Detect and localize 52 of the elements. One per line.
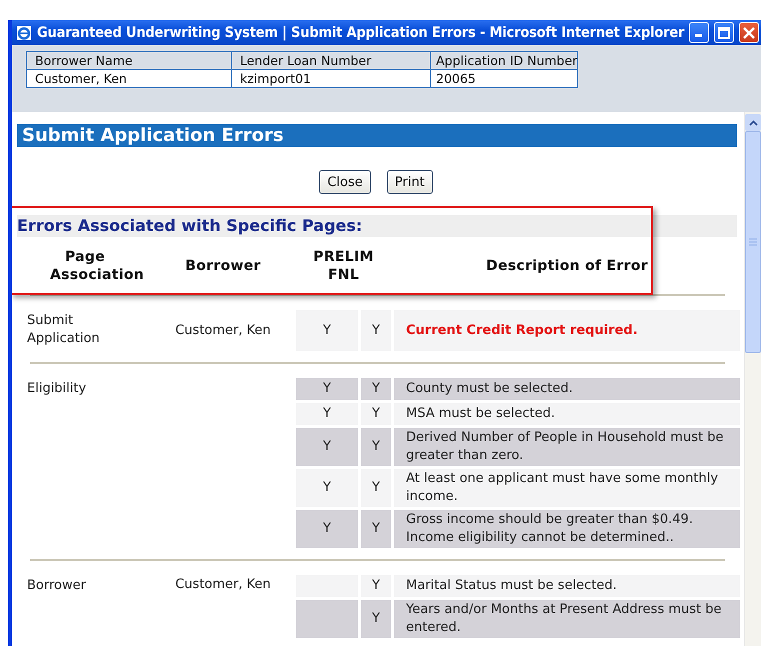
page-name: Eligibility <box>26 380 88 398</box>
fnl-cell: Y <box>361 403 391 425</box>
error-description: Derived Number of People in Household must be greater than zero. <box>394 428 740 466</box>
prelim-cell: Y <box>296 469 358 507</box>
column-header: Borrower <box>184 257 262 275</box>
fnl-cell: Y <box>361 469 391 507</box>
borrower-name: Customer, Ken <box>174 576 272 594</box>
scroll-thumb[interactable] <box>745 131 761 353</box>
maximize-icon <box>718 26 730 38</box>
close-window-button[interactable] <box>739 22 760 43</box>
error-description: Years and/or Months at Present Address must be entered. <box>394 600 740 638</box>
column-header: Lender Loan Number <box>232 52 430 70</box>
minimize-button[interactable] <box>689 22 710 43</box>
error-description: MSA must be selected. <box>394 403 740 425</box>
fnl-cell: Y <box>361 378 391 400</box>
print-button[interactable]: Print <box>386 170 433 194</box>
prelim-cell: Y <box>296 428 358 466</box>
scroll-up-button[interactable] <box>745 114 761 131</box>
prelim-cell: Y <box>296 310 358 351</box>
table-cell: 20065 <box>430 70 578 88</box>
grip-icon <box>749 238 757 246</box>
column-header: Page Association <box>49 248 146 284</box>
caret-up-icon <box>748 120 758 126</box>
error-description: Current Credit Report required. <box>394 310 740 351</box>
error-description: Gross income should be greater than $0.49. Income eligibility cannot be determined.. <box>394 510 740 548</box>
fnl-cell: Y <box>361 510 391 548</box>
borrower-name: Customer, Ken <box>174 322 272 340</box>
column-header: Description of Error <box>485 257 649 275</box>
scrollbar[interactable] <box>744 112 761 646</box>
error-description: At least one applicant must have some monthly income. <box>394 469 740 507</box>
table-cell: kzimport01 <box>232 70 430 88</box>
browser-icon <box>16 24 32 40</box>
page-heading: Submit Application Errors <box>17 124 737 147</box>
window-title: Guaranteed Underwriting System | Submit Application Errors - Microsoft Internet Explorer <box>37 24 684 40</box>
maximize-button[interactable] <box>714 22 734 43</box>
error-description: County must be selected. <box>394 378 740 400</box>
prelim-cell: Y <box>296 378 358 400</box>
prelim-cell: Y <box>296 403 358 425</box>
fnl-cell: Y <box>361 575 391 597</box>
prelim-cell: Y <box>296 510 358 548</box>
error-description: Marital Status must be selected. <box>394 575 740 597</box>
column-header: PRELIM FNL <box>312 248 375 284</box>
page-name: Borrower <box>26 577 87 595</box>
table-cell: Customer, Ken <box>26 70 232 88</box>
section-title: Errors Associated with Specific Pages: <box>17 215 737 237</box>
fnl-cell: Y <box>361 428 391 466</box>
fnl-cell: Y <box>361 600 391 638</box>
close-button[interactable]: Close <box>319 170 371 194</box>
fnl-cell: Y <box>361 310 391 351</box>
close-icon <box>743 26 756 38</box>
column-header: Borrower Name <box>26 52 232 70</box>
page-name: Submit Application <box>26 312 101 348</box>
